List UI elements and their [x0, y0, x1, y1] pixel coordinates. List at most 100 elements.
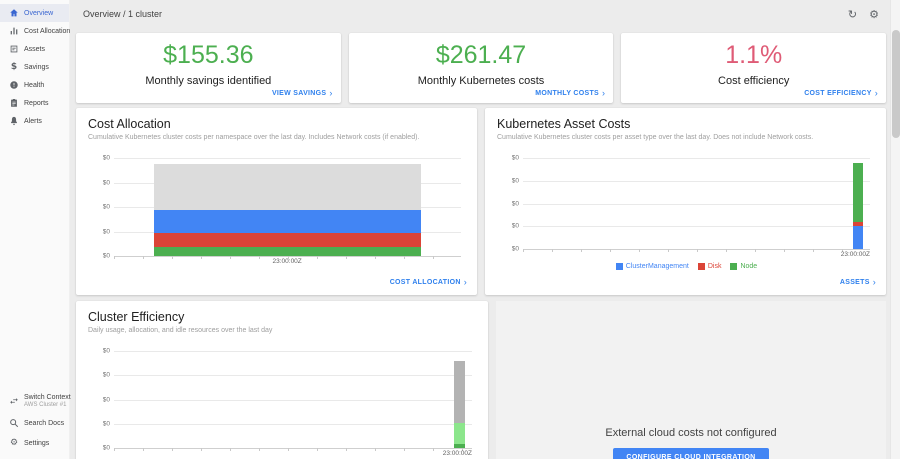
- switch-context-label: Switch Context: [24, 394, 71, 401]
- settings-label: Settings: [24, 440, 49, 447]
- chevron-right-icon: ›: [602, 88, 605, 98]
- swap-icon: [9, 396, 19, 406]
- sidebar-item-overview[interactable]: Overview: [0, 4, 69, 22]
- configure-cloud-integration-button[interactable]: CONFIGURE CLOUD INTEGRATION: [613, 448, 768, 459]
- sidebar-nav: Overview Cost Allocation Assets$Savings Hea…: [0, 4, 69, 130]
- plot-area: $0$0$0$0$0: [88, 351, 478, 448]
- stat-label: Cost efficiency: [718, 75, 789, 87]
- y-axis-tick-label: $0: [88, 228, 110, 235]
- stat-value: 1.1%: [725, 41, 782, 70]
- y-axis-tick-label: $0: [497, 177, 519, 184]
- scrollbar-thumb[interactable]: [892, 30, 900, 138]
- breadcrumb: Overview / 1 cluster: [83, 9, 162, 19]
- legend-swatch: [698, 263, 705, 270]
- y-axis-tick-label: $0: [497, 246, 519, 253]
- cost-allocation-card: Cost AllocationCumulative Kubernetes clu…: [76, 108, 477, 295]
- sidebar-item-assets[interactable]: Assets: [0, 40, 69, 58]
- cluster-efficiency-card: Cluster EfficiencyDaily usage, allocatio…: [76, 301, 488, 459]
- kubernetes-asset-costs-card: Kubernetes Asset Costs Cumulative Kuberne…: [485, 108, 886, 295]
- refresh-icon[interactable]: ↻: [848, 9, 857, 20]
- app-root: Overview Cost Allocation Assets$Savings Hea…: [0, 0, 900, 459]
- y-axis-tick-label: $0: [88, 420, 110, 427]
- savings-link[interactable]: VIEW SAVINGS›: [272, 88, 333, 98]
- chart-subtitle: Daily usage, allocation, and idle resour…: [88, 327, 478, 334]
- health-icon: [9, 80, 19, 90]
- bar-segment-blue-segment[interactable]: [154, 210, 421, 234]
- legend-label: Disk: [708, 263, 722, 270]
- bar-segment-gray-segment[interactable]: [154, 164, 421, 210]
- y-axis-tick-label: $0: [88, 372, 110, 379]
- plot-area: $0$0$0$0$0: [88, 158, 467, 256]
- sidebar-item-label: Health: [24, 82, 44, 89]
- chart-title: Kubernetes Asset Costs: [497, 117, 876, 131]
- sidebar-footer: Switch Context AWS Cluster #1 Search Doc…: [0, 389, 69, 459]
- y-axis-tick-label: $0: [88, 179, 110, 186]
- legend-label: Node: [740, 263, 757, 270]
- bar-segment-green-segment[interactable]: [154, 247, 421, 256]
- sidebar-item-health[interactable]: Health: [0, 76, 69, 94]
- search-docs-label: Search Docs: [24, 420, 64, 427]
- sidebar-item-reports[interactable]: Reports: [0, 94, 69, 112]
- sidebar-item-label: Cost Allocation: [24, 28, 70, 35]
- sidebar-search-docs[interactable]: Search Docs: [0, 413, 69, 433]
- vertical-scrollbar[interactable]: [890, 0, 900, 459]
- bar-segment-Idle[interactable]: [454, 361, 465, 423]
- monthly-costs-link[interactable]: MONTHLY COSTS›: [535, 88, 605, 98]
- cluster-efficiency-chart: $0$0$0$0$023:00:00ZUsageAllocatedIdle: [88, 351, 478, 459]
- y-axis-tick-label: $0: [497, 200, 519, 207]
- external-costs-message: External cloud costs not configured: [605, 427, 776, 439]
- y-axis-tick-label: $0: [88, 445, 110, 452]
- search-icon: [9, 418, 19, 428]
- x-axis-label: 23:00:00Z: [273, 258, 302, 265]
- sidebar-item-savings[interactable]: $Savings: [0, 58, 69, 76]
- card-footer: MONTHLY COSTS›: [535, 88, 605, 98]
- current-cluster-label: AWS Cluster #1: [24, 402, 71, 408]
- y-axis-tick-label: $0: [88, 155, 110, 162]
- x-axis: 23:00:00Z: [114, 450, 472, 459]
- legend-label: ClusterManagement: [626, 263, 689, 270]
- stat-card-savings: $155.36Monthly savings identifiedVIEW SA…: [76, 33, 341, 103]
- stat-label: Monthly Kubernetes costs: [418, 75, 545, 87]
- topbar-icons: ↻ ⚙: [848, 9, 879, 20]
- sidebar-item-cost-allocation[interactable]: Cost Allocation: [0, 22, 69, 40]
- kubernetes-asset-costs-link[interactable]: ASSETS›: [840, 277, 876, 287]
- card-footer: COST EFFICIENCY›: [804, 88, 878, 98]
- stat-card-cost-efficiency: 1.1% Cost efficiency COST EFFICIENCY›: [621, 33, 886, 103]
- x-axis-label: 23:00:00Z: [443, 450, 472, 457]
- gear-icon[interactable]: ⚙: [869, 9, 879, 20]
- dollar-icon: $: [9, 62, 19, 72]
- cost-efficiency-link[interactable]: COST EFFICIENCY›: [804, 88, 878, 98]
- cost-allocation-chart: $0$0$0$0$023:00:00Z: [88, 158, 467, 267]
- chevron-right-icon: ›: [875, 88, 878, 98]
- gear-icon: ⚙: [9, 438, 19, 448]
- cost-allocation-link[interactable]: COST ALLOCATION›: [390, 277, 467, 287]
- chevron-right-icon: ›: [329, 88, 332, 98]
- bar-segment-ClusterManagement[interactable]: [853, 226, 863, 249]
- card-footer: COST ALLOCATION›: [390, 277, 467, 287]
- sidebar-settings[interactable]: ⚙ Settings: [0, 433, 69, 453]
- bar-segment-red-segment[interactable]: [154, 233, 421, 247]
- stat-card-row: $155.36Monthly savings identifiedVIEW SA…: [76, 33, 886, 103]
- plot-inner: [114, 351, 472, 448]
- bar-segment-Usage[interactable]: [454, 444, 465, 448]
- kubernetes-asset-costs-chart: $0$0$0$0$023:00:00ZClusterManagementDisk…: [497, 158, 876, 270]
- bar-segment-Disk[interactable]: [853, 222, 863, 227]
- plot-area: $0$0$0$0$0: [497, 158, 876, 249]
- bar-segment-Allocated[interactable]: [454, 423, 465, 444]
- chart-subtitle: Cumulative Kubernetes cluster costs per …: [88, 134, 467, 141]
- legend-item-Disk: Disk: [698, 263, 722, 270]
- sidebar-switch-context[interactable]: Switch Context AWS Cluster #1: [0, 389, 69, 413]
- bar-segment-Node[interactable]: [853, 163, 863, 221]
- chart-subtitle: Cumulative Kubernetes cluster costs per …: [497, 134, 876, 141]
- external-cloud-costs-card: External cloud costs not configured CONF…: [496, 301, 886, 459]
- y-axis-tick-label: $0: [88, 204, 110, 211]
- sidebar-item-label: Alerts: [24, 118, 42, 125]
- sidebar-item-label: Overview: [24, 10, 53, 17]
- y-axis-tick-label: $0: [497, 155, 519, 162]
- card-footer: ASSETS›: [840, 277, 876, 287]
- legend-item-ClusterManagement: ClusterManagement: [616, 263, 689, 270]
- card-footer: VIEW SAVINGS›: [272, 88, 333, 98]
- topbar: Overview / 1 cluster ↻ ⚙: [76, 0, 886, 28]
- legend-swatch: [730, 263, 737, 270]
- sidebar-item-alerts[interactable]: Alerts: [0, 112, 69, 130]
